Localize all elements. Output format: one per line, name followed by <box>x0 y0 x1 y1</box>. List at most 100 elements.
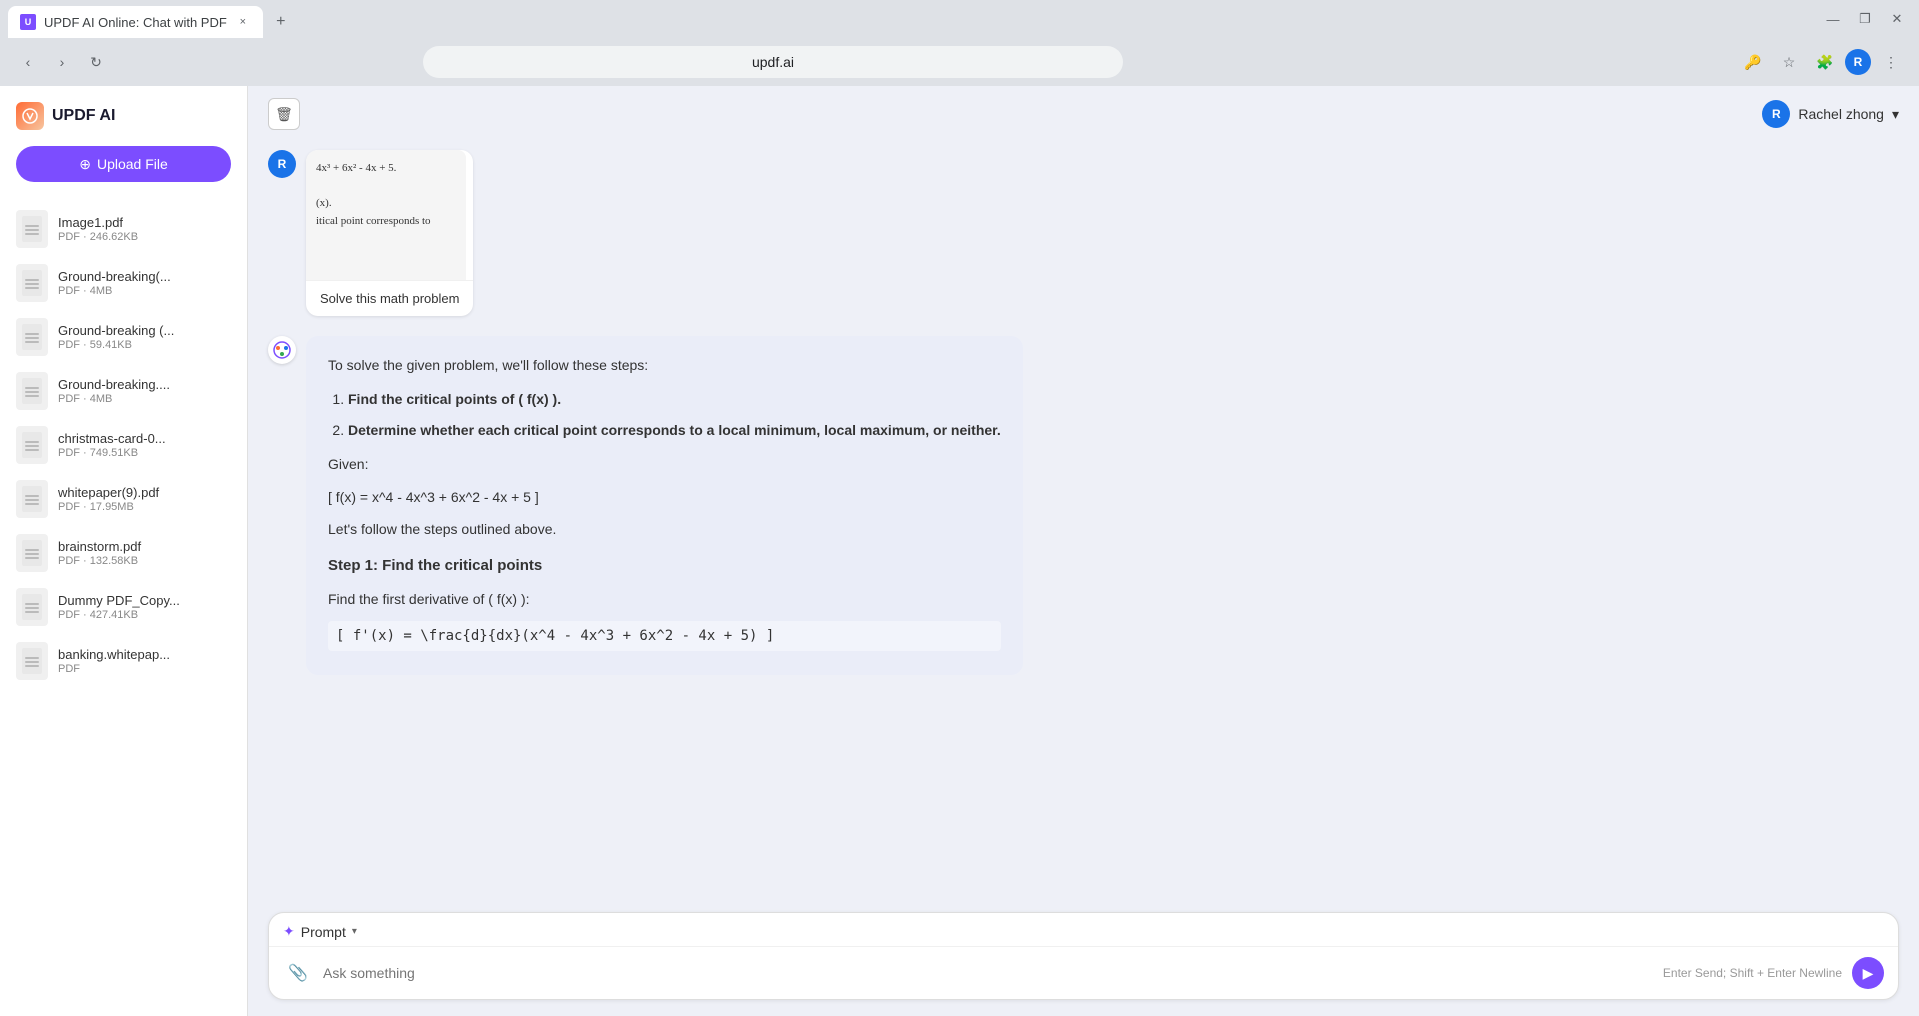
file-list-item[interactable]: Image1.pdf PDF · 246.62KB <box>0 202 247 256</box>
file-size: PDF · 246.62KB <box>58 231 231 243</box>
updf-logo <box>16 102 44 130</box>
file-list-item[interactable]: Ground-breaking (... PDF · 59.41KB <box>0 310 247 364</box>
extensions-button[interactable]: 🧩 <box>1809 46 1841 78</box>
file-size: PDF · 4MB <box>58 393 231 405</box>
maximize-button[interactable]: ❐ <box>1851 5 1879 33</box>
file-info: Ground-breaking(... PDF · 4MB <box>58 269 231 297</box>
reload-button[interactable]: ↻ <box>80 46 112 78</box>
file-list-item[interactable]: christmas-card-0... PDF · 749.51KB <box>0 418 247 472</box>
file-icon-lines <box>25 657 39 667</box>
file-icon-lines <box>25 333 39 343</box>
user-info[interactable]: R Rachel zhong ▾ <box>1762 100 1899 128</box>
file-icon <box>16 264 48 302</box>
sidebar-header: UPDF AI <box>0 86 247 146</box>
back-button[interactable]: ‹ <box>12 46 44 78</box>
send-button[interactable]: ▶ <box>1852 957 1884 989</box>
file-name: Ground-breaking (... <box>58 323 231 338</box>
input-box: ✦ Prompt ▾ 📎 Enter Send; Shift + Enter N… <box>268 912 1899 1000</box>
file-name: christmas-card-0... <box>58 431 231 446</box>
attach-button[interactable]: 📎 <box>283 958 313 988</box>
ai-step-1: Find the critical points of ( f(x) ). <box>348 388 1001 410</box>
new-tab-button[interactable]: + <box>267 8 295 36</box>
nav-buttons: ‹ › ↻ <box>12 46 112 78</box>
file-size: PDF <box>58 663 231 675</box>
file-icon-lines <box>25 549 39 559</box>
bookmark-button[interactable]: ☆ <box>1773 46 1805 78</box>
file-icon <box>16 534 48 572</box>
file-name: Image1.pdf <box>58 215 231 230</box>
ai-steps-list: Find the critical points of ( f(x) ). De… <box>328 388 1001 441</box>
file-list-item[interactable]: brainstorm.pdf PDF · 132.58KB <box>0 526 247 580</box>
user-message-content: 4x³ + 6x² - 4x + 5. (x). itical point co… <box>306 150 473 316</box>
file-icon <box>16 642 48 680</box>
close-button[interactable]: ✕ <box>1883 5 1911 33</box>
input-hint: Enter Send; Shift + Enter Newline <box>1663 966 1842 980</box>
file-list-item[interactable]: Ground-breaking.... PDF · 4MB <box>0 364 247 418</box>
step-1-text: Find the critical points of ( f(x) ). <box>348 391 561 407</box>
url-bar[interactable]: updf.ai <box>423 46 1123 78</box>
user-msg-avatar: R <box>268 150 296 178</box>
file-icon-line <box>25 657 39 659</box>
menu-button[interactable]: ⋮ <box>1875 46 1907 78</box>
chat-area[interactable]: R 4x³ + 6x² - 4x + 5. (x). itical point … <box>248 142 1919 902</box>
prompt-label: Prompt <box>301 924 346 940</box>
file-info: whitepaper(9).pdf PDF · 17.95MB <box>58 485 231 513</box>
user-name: Rachel zhong <box>1798 106 1884 122</box>
input-row: 📎 Enter Send; Shift + Enter Newline ▶ <box>269 947 1898 999</box>
app-container: UPDF AI ⊕ Upload File Image1.pdf PDF · 2… <box>0 86 1919 1016</box>
file-info: banking.whitepap... PDF <box>58 647 231 675</box>
file-icon-line <box>25 225 39 227</box>
prompt-chevron-icon[interactable]: ▾ <box>352 926 357 937</box>
file-icon-line <box>25 283 39 285</box>
chat-header: 🗑 R Rachel zhong ▾ <box>248 86 1919 142</box>
message-text: Solve this math problem <box>306 280 473 316</box>
file-icon-lines <box>25 495 39 505</box>
file-icon-line <box>25 441 39 443</box>
ai-logo-icon <box>272 340 292 360</box>
file-icon-line <box>25 395 39 397</box>
file-icon-line <box>25 665 39 667</box>
file-name: whitepaper(9).pdf <box>58 485 231 500</box>
ai-given-formula: [ f(x) = x^4 - 4x^3 + 6x^2 - 4x + 5 ] <box>328 486 1001 508</box>
file-list-item[interactable]: banking.whitepap... PDF <box>0 634 247 688</box>
file-icon-line <box>25 387 39 389</box>
upload-file-button[interactable]: ⊕ Upload File <box>16 146 231 182</box>
window-controls: — ❐ ✕ <box>1819 5 1919 39</box>
tab-close-button[interactable]: × <box>235 14 251 30</box>
file-list-item[interactable]: whitepaper(9).pdf PDF · 17.95MB <box>0 472 247 526</box>
active-tab[interactable]: U UPDF AI Online: Chat with PDF × <box>8 6 263 38</box>
file-icon-line <box>25 499 39 501</box>
file-icon <box>16 588 48 626</box>
upload-icon: ⊕ <box>79 156 91 173</box>
lens-button[interactable]: 🔑 <box>1737 46 1769 78</box>
file-list-item[interactable]: Ground-breaking(... PDF · 4MB <box>0 256 247 310</box>
file-icon-line <box>25 337 39 339</box>
math-line-3: itical point corresponds to <box>316 213 431 231</box>
file-info: Ground-breaking (... PDF · 59.41KB <box>58 323 231 351</box>
input-top-bar: ✦ Prompt ▾ <box>269 913 1898 947</box>
clear-chat-button[interactable]: 🗑 <box>268 98 300 130</box>
minimize-button[interactable]: — <box>1819 5 1847 33</box>
file-icon-line <box>25 333 39 335</box>
file-size: PDF · 749.51KB <box>58 447 231 459</box>
file-icon-line <box>25 553 39 555</box>
user-dropdown-icon: ▾ <box>1892 106 1899 123</box>
file-info: christmas-card-0... PDF · 749.51KB <box>58 431 231 459</box>
ai-follow-text: Let's follow the steps outlined above. <box>328 518 1001 540</box>
file-size: PDF · 427.41KB <box>58 609 231 621</box>
forward-button[interactable]: › <box>46 46 78 78</box>
file-icon-line <box>25 549 39 551</box>
file-size: PDF · 132.58KB <box>58 555 231 567</box>
file-info: Ground-breaking.... PDF · 4MB <box>58 377 231 405</box>
file-list-item[interactable]: Dummy PDF_Copy... PDF · 427.41KB <box>0 580 247 634</box>
file-icon-line <box>25 229 39 231</box>
file-icon-line <box>25 661 39 663</box>
ask-input[interactable] <box>323 965 1653 981</box>
profile-avatar[interactable]: R <box>1845 49 1871 75</box>
user-avatar: R <box>1762 100 1790 128</box>
file-size: PDF · 17.95MB <box>58 501 231 513</box>
ai-intro: To solve the given problem, we'll follow… <box>328 354 1001 376</box>
file-icon-lines <box>25 225 39 235</box>
file-icon-line <box>25 611 39 613</box>
tab-bar: U UPDF AI Online: Chat with PDF × + — ❐ … <box>0 0 1919 38</box>
